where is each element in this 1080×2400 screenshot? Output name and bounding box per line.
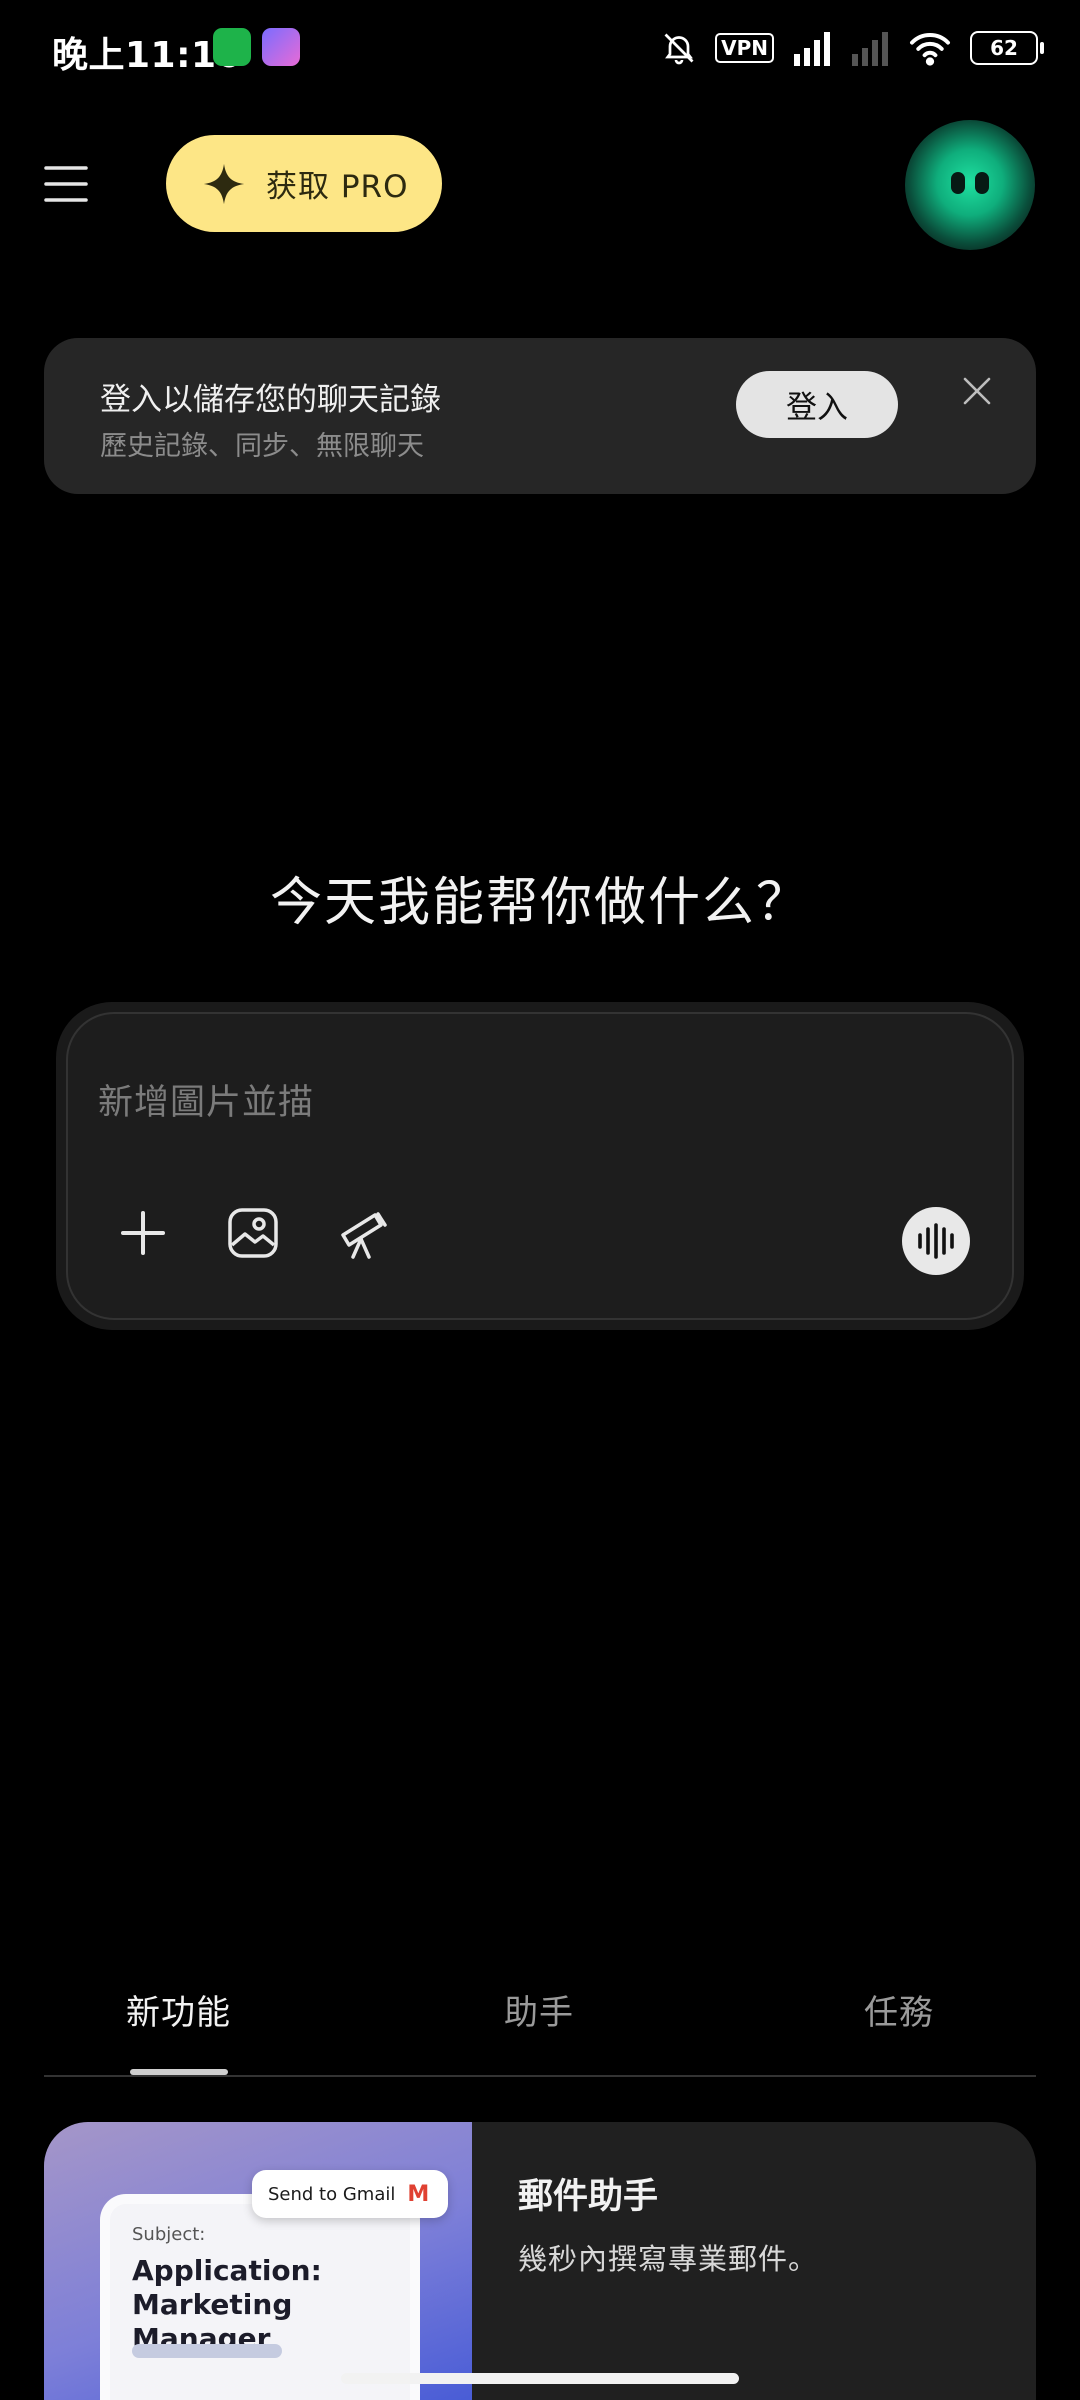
thumbnail-subject: Application: Marketing Manager [132,2254,322,2355]
bell-muted-icon [664,33,694,65]
chat-input-container [56,1002,1024,1330]
app-screen: 晚上11:10 VPN 62 获取 PRO 登入以儲存您的聊天記錄 歷史記錄、同… [0,0,1080,2400]
thumbnail-send-chip: Send to Gmail M [252,2170,448,2218]
menu-button[interactable] [42,160,90,208]
status-icons: VPN 62 [661,28,1044,68]
soundwave-icon [918,1223,954,1259]
get-pro-label: 获取 PRO [266,169,409,205]
email-assistant-card[interactable]: Subject: Application: Marketing Manager … [44,2122,1036,2400]
sparkle-icon [203,163,245,204]
add-image-button[interactable] [225,1205,281,1261]
active-tab-indicator [130,2069,228,2075]
get-pro-button[interactable]: 获取 PRO [166,135,442,232]
battery-level: 62 [990,36,1018,60]
plus-icon [121,1211,165,1255]
login-button[interactable]: 登入 [736,371,898,438]
tab-new-features[interactable]: 新功能 [126,1985,231,2034]
feature-card-title: 郵件助手 [518,2177,659,2217]
home-indicator[interactable] [341,2373,739,2384]
login-banner-title: 登入以儲存您的聊天記錄 [100,382,441,418]
add-attachment-button[interactable] [115,1205,171,1261]
thumbnail-mail-mockup: Subject: Application: Marketing Manager [100,2194,420,2400]
battery-icon: 62 [970,31,1044,65]
notification-app-icon [213,28,251,66]
status-bar: 晚上11:10 VPN 62 [0,0,1080,96]
close-icon [963,377,991,405]
feature-card-description: 幾秒內撰寫專業郵件。 [518,2242,819,2276]
explore-button[interactable] [335,1205,391,1261]
feature-tabs: 新功能 助手 任務 [44,1965,1036,2077]
greeting-heading: 今天我能帮你做什么？ [269,873,810,933]
telescope-icon [341,1212,387,1259]
tab-assistants[interactable]: 助手 [504,1985,574,2034]
thumbnail-subject-label: Subject: [132,2224,206,2245]
assistant-avatar[interactable] [905,120,1035,250]
tab-tasks[interactable]: 任務 [864,1985,934,2034]
notification-app-icon-2 [262,28,300,66]
vpn-icon: VPN [715,33,774,63]
thumbnail-text-line [132,2344,282,2358]
login-button-label: 登入 [786,390,848,426]
gmail-icon: M [407,2181,430,2207]
chat-input-placeholder: 新增圖片並描 [98,1083,315,1123]
login-banner-subtitle: 歷史記錄、同步、無限聊天 [100,431,424,462]
chat-input-field[interactable] [66,1012,1014,1320]
voice-input-button[interactable] [902,1207,970,1275]
signal-weak-icon [852,32,888,66]
image-icon [228,1208,278,1258]
wifi-icon [910,33,950,66]
dismiss-banner-button[interactable] [957,371,997,411]
thumbnail-send-label: Send to Gmail [268,2183,396,2205]
login-banner: 登入以儲存您的聊天記錄 歷史記錄、同步、無限聊天 登入 [44,338,1036,494]
avatar-eye-right [975,172,989,194]
email-assistant-thumbnail: Subject: Application: Marketing Manager … [44,2122,472,2400]
hamburger-icon [44,166,88,202]
signal-hd-icon [794,32,830,66]
avatar-eye-left [951,172,965,194]
